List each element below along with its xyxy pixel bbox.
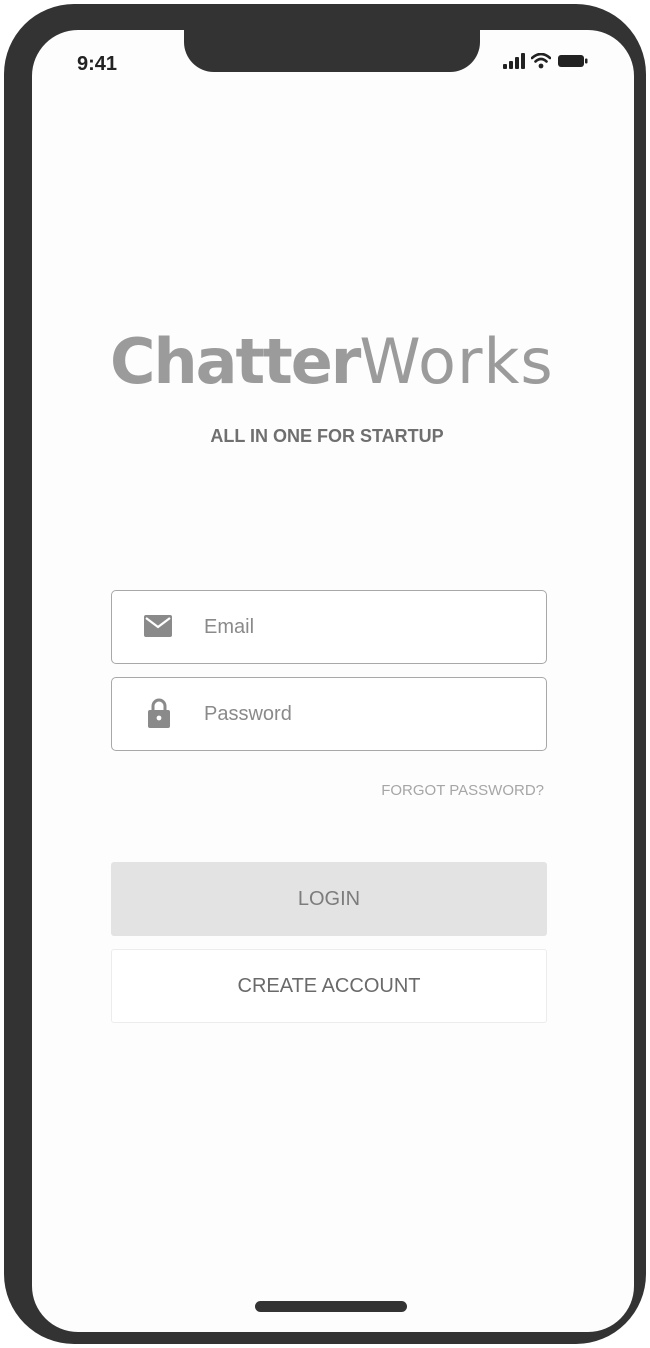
email-input[interactable] — [204, 609, 524, 645]
signal-icon — [503, 53, 525, 74]
notch — [184, 26, 480, 72]
password-field[interactable] — [111, 677, 547, 751]
brand-logo: ChatterWorks — [110, 322, 554, 402]
email-field[interactable] — [111, 590, 547, 664]
brand-name-bold: Chatter — [110, 325, 361, 398]
brand-name-light: Works — [359, 325, 554, 398]
create-account-button[interactable]: CREATE ACCOUNT — [111, 949, 547, 1023]
forgot-password-link[interactable]: FORGOT PASSWORD? — [381, 782, 544, 799]
login-button[interactable]: LOGIN — [111, 862, 547, 936]
battery-icon — [557, 53, 589, 74]
phone-frame — [4, 4, 646, 1344]
lock-icon — [148, 698, 170, 733]
home-indicator[interactable] — [255, 1301, 407, 1312]
wifi-icon — [530, 52, 552, 74]
status-icons — [503, 52, 589, 74]
password-input[interactable] — [204, 696, 524, 732]
brand-tagline: ALL IN ONE FOR STARTUP — [210, 426, 444, 446]
status-time: 9:41 — [77, 53, 118, 75]
mail-icon — [144, 615, 172, 642]
